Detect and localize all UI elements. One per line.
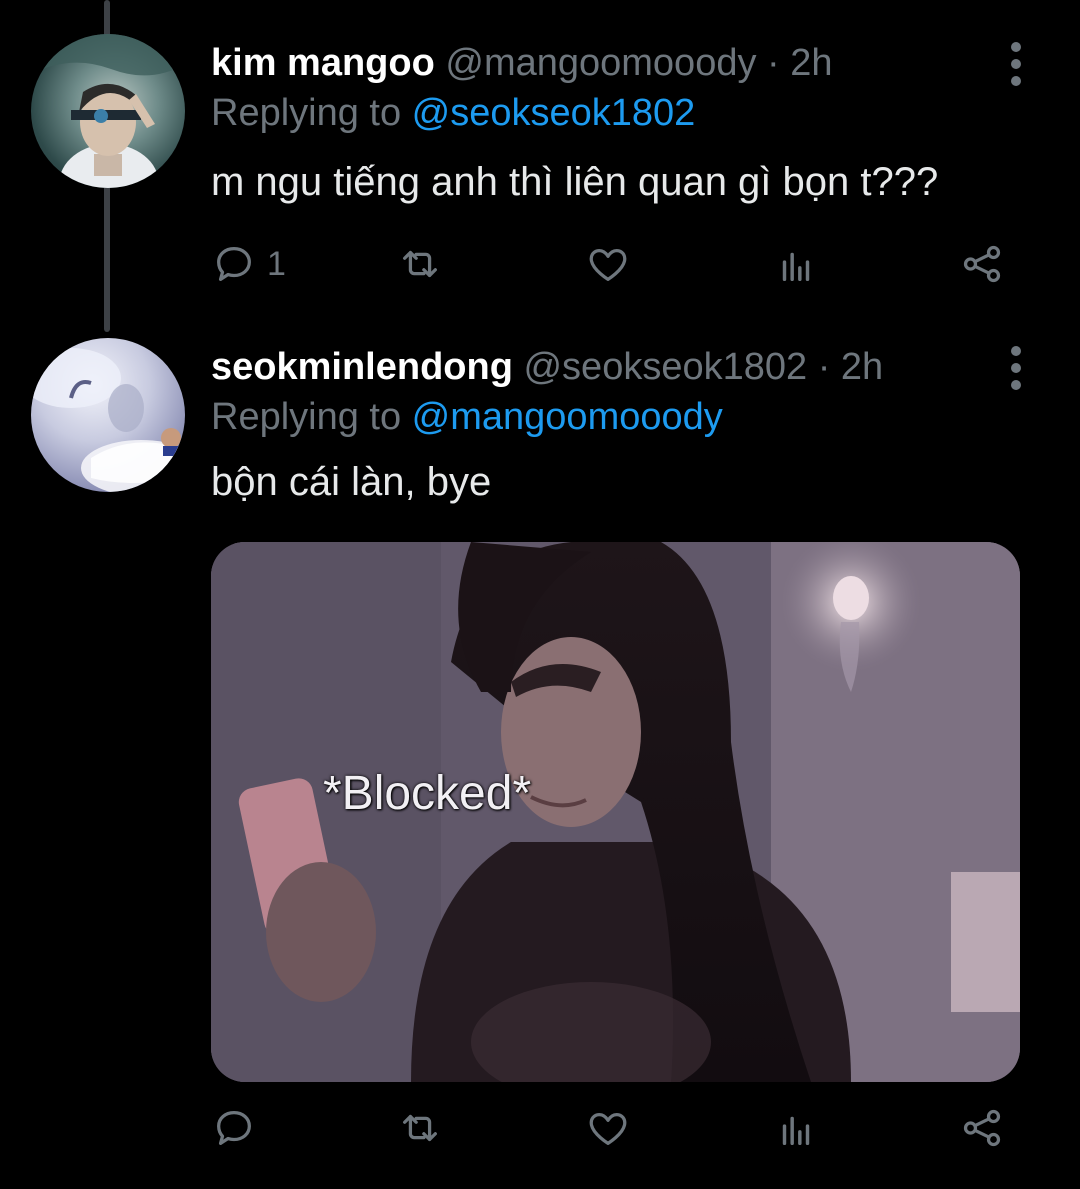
- reply-icon: [217, 1111, 251, 1145]
- media-caption: *Blocked*: [323, 767, 532, 820]
- reply-icon: [217, 247, 251, 281]
- display-name[interactable]: seokminlendong: [211, 346, 513, 388]
- user-avatar[interactable]: [31, 338, 185, 492]
- like-button[interactable]: [585, 1098, 631, 1158]
- tweet-media-image[interactable]: *Blocked*: [211, 542, 1020, 1082]
- replying-to-label: Replying to: [211, 396, 412, 438]
- heart-icon: [589, 1112, 627, 1145]
- tweet-text: bộn cái làn, bye: [211, 460, 492, 504]
- tweet-actions: 1: [211, 234, 1021, 294]
- reply-button[interactable]: 1: [211, 234, 286, 294]
- reply-count: 1: [267, 244, 286, 283]
- timestamp[interactable]: 2h: [790, 42, 832, 84]
- replying-to-label: Replying to: [211, 92, 412, 134]
- tweet[interactable]: seokminlendong @seokseok1802 · 2h Replyi…: [0, 332, 1080, 1189]
- tweet-header: kim mangoo @mangoomooody · 2h: [211, 40, 833, 90]
- replying-to: Replying to @seokseok1802: [211, 90, 695, 136]
- mention-link[interactable]: @seokseok1802: [412, 92, 696, 134]
- tweet-text: m ngu tiếng anh thì liên quan gì bọn t??…: [211, 160, 939, 204]
- like-button[interactable]: [585, 234, 631, 294]
- more-vertical-icon[interactable]: [996, 42, 1036, 86]
- timestamp[interactable]: 2h: [841, 346, 883, 388]
- share-icon: [963, 1109, 1001, 1147]
- user-avatar[interactable]: [31, 34, 185, 188]
- tweet[interactable]: kim mangoo @mangoomooody · 2h Replying t…: [0, 0, 1080, 332]
- mention-link[interactable]: @mangoomooody: [412, 396, 723, 438]
- analytics-button[interactable]: [773, 1098, 819, 1158]
- retweet-icon: [403, 1114, 437, 1142]
- replying-to: Replying to @mangoomooody: [211, 394, 723, 440]
- retweet-icon: [403, 250, 437, 278]
- stats-icon: [782, 252, 810, 282]
- retweet-button[interactable]: [397, 1098, 443, 1158]
- display-name[interactable]: kim mangoo: [211, 42, 435, 84]
- tweet-header: seokminlendong @seokseok1802 · 2h: [211, 344, 883, 394]
- share-button[interactable]: [959, 234, 1005, 294]
- analytics-button[interactable]: [773, 234, 819, 294]
- user-handle[interactable]: @mangoomooody: [445, 42, 756, 84]
- user-handle[interactable]: @seokseok1802: [523, 346, 807, 388]
- share-button[interactable]: [959, 1098, 1005, 1158]
- meta-separator: ·: [756, 42, 791, 84]
- more-vertical-icon[interactable]: [996, 346, 1036, 390]
- share-icon: [963, 245, 1001, 283]
- stats-icon: [782, 1116, 810, 1146]
- heart-icon: [589, 248, 627, 281]
- meta-separator: ·: [807, 346, 841, 388]
- tweet-actions: [211, 1098, 1021, 1158]
- reply-button[interactable]: [211, 1098, 257, 1158]
- retweet-button[interactable]: [397, 234, 443, 294]
